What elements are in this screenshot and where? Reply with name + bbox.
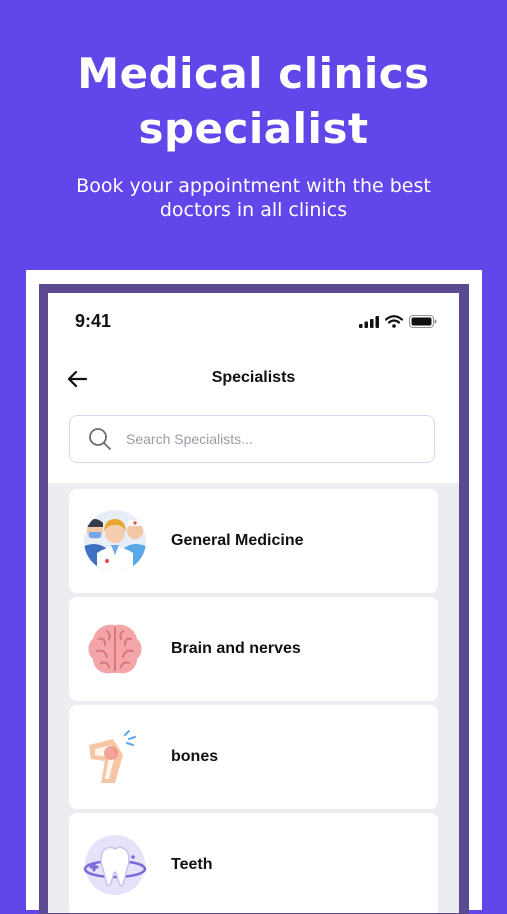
wifi-icon: [385, 315, 403, 328]
search-box[interactable]: [69, 415, 435, 463]
status-time: 9:41: [75, 311, 112, 331]
specialist-card-brain-and-nerves[interactable]: Brain and nerves: [69, 597, 438, 701]
specialists-list: General Medicine Brain and nerves bones: [48, 483, 459, 913]
specialist-label: Teeth: [171, 856, 213, 873]
brain-icon: [88, 624, 142, 674]
tooth-icon: [83, 835, 147, 895]
hero-title: Medical clinics specialist: [77, 49, 430, 153]
signal-icon: [359, 315, 379, 328]
specialist-card-bones[interactable]: bones: [69, 705, 438, 809]
status-icons: [359, 315, 437, 328]
specialist-card-general-medicine[interactable]: General Medicine: [69, 489, 438, 593]
specialist-card-teeth[interactable]: Teeth: [69, 813, 438, 913]
battery-icon: [409, 315, 437, 328]
doctors-team-icon: [84, 510, 146, 572]
specialist-label: bones: [171, 748, 219, 765]
search-input[interactable]: [124, 430, 388, 448]
phone-screen: 9:41 Specialists Search Specialists... G…: [48, 293, 459, 913]
page-title: Specialists: [211, 369, 296, 386]
knee-joint-icon: [89, 730, 136, 783]
specialist-label: General Medicine: [171, 532, 304, 549]
search-icon: [89, 428, 111, 450]
specialist-label: Brain and nerves: [171, 640, 301, 657]
hero-subtitle: Book your appointment with the best doct…: [76, 175, 431, 221]
